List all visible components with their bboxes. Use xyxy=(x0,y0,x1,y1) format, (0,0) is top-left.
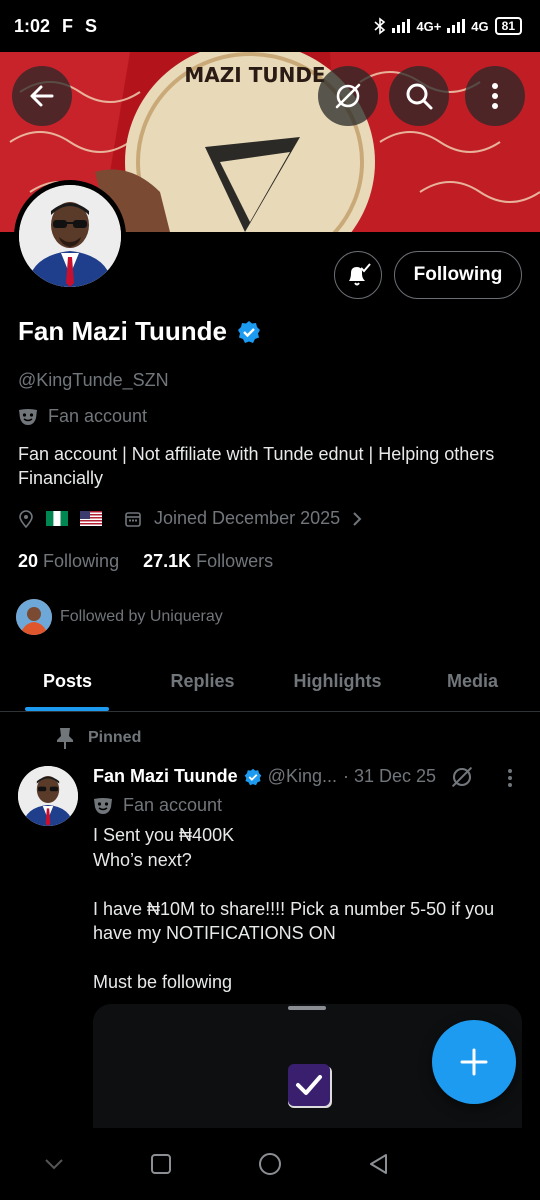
status-time: 1:02 xyxy=(14,15,51,36)
more-options-button[interactable] xyxy=(465,66,525,126)
grok-icon xyxy=(335,83,361,109)
chevron-right-icon[interactable] xyxy=(352,511,362,527)
profile-name-row: Fan Mazi Tuunde xyxy=(18,316,261,347)
post-account-type: Fan account xyxy=(93,795,222,816)
following-count: 20 xyxy=(18,551,39,571)
tab-posts-label: Posts xyxy=(42,671,93,691)
following-count-link[interactable]: 20 Following xyxy=(18,551,119,572)
network-type-2: 4G xyxy=(471,18,489,34)
tab-replies[interactable]: Replies xyxy=(135,652,270,711)
search-icon xyxy=(406,83,433,110)
location-icon xyxy=(19,509,33,528)
status-bar: 1:02 F S 4G+ 4G 81 xyxy=(0,0,540,52)
verified-badge-icon xyxy=(244,768,261,785)
profile-handle: @KingTunde_SZN xyxy=(18,370,169,390)
followers-label: Followers xyxy=(196,551,274,571)
bluetooth-icon xyxy=(374,17,386,35)
following-label: Following xyxy=(43,551,120,571)
plus-icon xyxy=(460,1048,488,1076)
drag-handle[interactable] xyxy=(288,1006,326,1010)
network-type-1: 4G+ xyxy=(416,18,442,34)
checkbox-check-icon xyxy=(288,1064,332,1108)
profile-meta-row: Joined December 2025 xyxy=(18,508,362,529)
profile-bio: Fan account | Not affiliate with Tunde e… xyxy=(18,444,495,488)
tab-media[interactable]: Media xyxy=(405,652,540,711)
tab-media-label: Media xyxy=(446,671,498,691)
pinned-indicator: Pinned xyxy=(56,727,141,749)
pinned-label: Pinned xyxy=(88,729,142,746)
tab-posts[interactable]: Posts xyxy=(0,652,135,711)
tab-highlights[interactable]: Highlights xyxy=(270,652,405,711)
active-tab-indicator xyxy=(25,707,109,711)
theater-masks-icon xyxy=(19,408,37,425)
home-icon[interactable] xyxy=(257,1151,283,1177)
notifications-bell-button[interactable] xyxy=(334,251,382,299)
post-header: Fan Mazi Tuunde @King... · 31 Dec 25 xyxy=(93,766,436,787)
verified-badge-icon[interactable] xyxy=(237,320,261,344)
system-navigation-bar xyxy=(0,1128,540,1200)
followers-count-link[interactable]: 27.1K Followers xyxy=(143,551,273,572)
bell-check-icon xyxy=(349,263,371,286)
battery-icon: 81 xyxy=(494,17,522,35)
post-more-icon[interactable] xyxy=(507,768,513,788)
joined-date: Joined December 2025 xyxy=(154,508,341,528)
grok-button[interactable] xyxy=(318,66,378,126)
profile-tabs: Posts Replies Highlights Media xyxy=(0,652,540,712)
followers-count: 27.1K xyxy=(143,551,192,571)
profile-name: Fan Mazi Tuunde xyxy=(18,316,227,346)
profile-avatar[interactable] xyxy=(14,180,126,292)
account-type-label: Fan account xyxy=(48,406,148,426)
calendar-icon xyxy=(125,511,141,527)
tab-replies-label: Replies xyxy=(170,671,235,691)
recent-apps-icon[interactable] xyxy=(149,1152,173,1176)
follow-counts: 20 Following 27.1K Followers xyxy=(18,551,273,572)
post-author-avatar[interactable] xyxy=(18,766,78,826)
account-type-row: Fan account xyxy=(18,406,147,427)
followed-by-row[interactable]: Followed by Uniqueray xyxy=(16,599,223,635)
avatar-image xyxy=(19,185,121,287)
signal-icon-1 xyxy=(392,19,411,33)
signal-icon-2 xyxy=(447,19,466,33)
follower-avatar xyxy=(16,599,52,635)
app-notification-icon-s: S xyxy=(85,15,98,36)
back-icon xyxy=(30,85,54,107)
grok-icon[interactable] xyxy=(450,765,474,789)
nigeria-flag-icon xyxy=(46,511,68,526)
more-icon xyxy=(492,83,498,109)
tab-highlights-label: Highlights xyxy=(293,671,382,691)
post-account-type-label: Fan account xyxy=(123,795,223,815)
usa-flag-icon xyxy=(80,511,102,526)
chevron-down-icon[interactable] xyxy=(42,1156,66,1172)
following-button[interactable]: Following xyxy=(394,251,522,299)
back-button[interactable] xyxy=(12,66,72,126)
post-author-handle[interactable]: @King... xyxy=(268,766,337,787)
post-text: I Sent you ₦400K Who’s next? I have ₦10M… xyxy=(93,825,495,992)
followed-by-text: Followed by Uniqueray xyxy=(60,608,223,625)
compose-post-button[interactable] xyxy=(432,1020,516,1104)
back-nav-icon[interactable] xyxy=(367,1152,391,1176)
search-button[interactable] xyxy=(389,66,449,126)
post-date: · 31 Dec 25 xyxy=(342,766,437,786)
pin-icon xyxy=(57,728,73,749)
app-notification-icon-f: F xyxy=(62,15,74,36)
banner-stamp-text: MAZI TUNDE xyxy=(184,63,325,87)
post-author-name[interactable]: Fan Mazi Tuunde xyxy=(93,766,238,787)
theater-masks-icon xyxy=(94,797,112,814)
